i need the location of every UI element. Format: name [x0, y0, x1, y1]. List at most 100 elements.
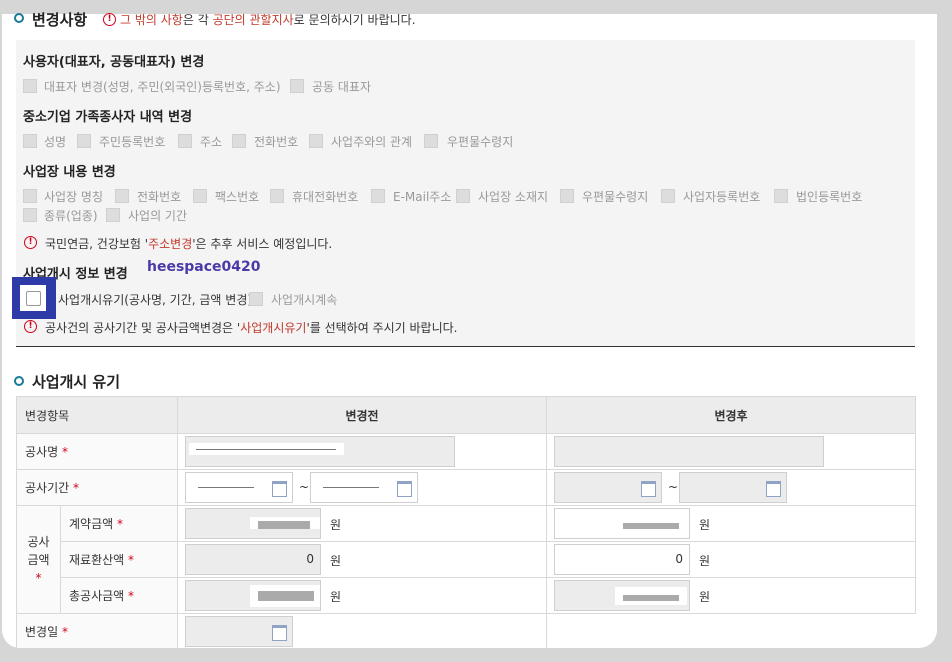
cell-before	[177, 613, 548, 648]
checkbox-workplace-mobile[interactable]	[270, 189, 284, 203]
cell-after: ~	[546, 469, 917, 506]
period-start-after-input[interactable]	[554, 472, 663, 503]
row-label-project-period: 공사기간 *	[15, 469, 179, 506]
checkbox-label: 우편물수령지	[582, 190, 649, 204]
calendar-icon[interactable]	[272, 481, 288, 497]
checkbox-workplace-location[interactable]	[456, 189, 470, 203]
checkbox-label: 사업장 소재지	[478, 190, 549, 204]
header-item: 변경항목	[15, 396, 179, 434]
checkbox-label: 종류(업종)	[44, 209, 98, 223]
cell-after	[546, 433, 917, 470]
cell-before: ~	[177, 469, 548, 506]
won-unit: 원	[330, 518, 342, 532]
period-end-before-input[interactable]	[310, 472, 419, 503]
contract-amount-after-input[interactable]	[554, 508, 691, 539]
warning-icon: !	[24, 236, 37, 249]
header-before: 변경전	[177, 396, 548, 434]
material-amount-before-input[interactable]: 0	[185, 544, 322, 575]
won-unit: 원	[699, 518, 711, 532]
address-change-notice: 국민연금, 건강보험 '주소변경'은 추후 서비스 예정입니다.	[45, 237, 333, 251]
calendar-icon[interactable]	[641, 481, 657, 497]
defer-section-title: 사업개시 유기	[32, 373, 121, 391]
cell-before: 0 원	[177, 541, 548, 578]
table-row: 재료환산액 * 0 원 0 원	[17, 541, 917, 578]
row-label-amount-group: 공사금액 *	[16, 505, 61, 614]
representative-group-title: 사용자(대표자, 공동대표자) 변경	[23, 55, 205, 70]
project-name-after-input[interactable]	[554, 436, 825, 467]
section-bullet-icon	[14, 13, 24, 23]
checkbox-workplace-phone[interactable]	[115, 189, 129, 203]
cell-after: 0 원	[546, 541, 917, 578]
won-unit: 원	[699, 554, 711, 568]
cell-before	[177, 433, 548, 470]
checkbox-family-phone[interactable]	[232, 134, 246, 148]
row-label-project-name: 공사명 *	[15, 433, 179, 470]
family-group-title: 중소기업 가족종사자 내역 변경	[23, 110, 193, 125]
calendar-icon[interactable]	[766, 481, 782, 497]
checkbox-workplace-email[interactable]	[371, 189, 385, 203]
checkbox-label: 공동 대표자	[312, 80, 372, 94]
checkbox-workplace-corpno[interactable]	[774, 189, 788, 203]
checkbox-label: 팩스번호	[215, 190, 260, 204]
defer-table: 변경항목 변경전 변경후 공사명 * 공사기간 * ~ ~ 공사금액 * 계약금…	[15, 396, 917, 648]
period-end-after-input[interactable]	[679, 472, 788, 503]
change-notice: 그 밖의 사항은 각 공단의 관할지사로 문의하시기 바랍니다.	[120, 13, 416, 27]
won-unit: 원	[699, 590, 711, 604]
cell-before: 원	[177, 505, 548, 542]
project-name-before-input[interactable]	[185, 436, 456, 467]
table-row: 공사금액 * 계약금액 * 원 원	[16, 505, 917, 614]
row-label-total-amount: 총공사금액 *	[59, 577, 179, 614]
checkbox-family-address[interactable]	[178, 134, 192, 148]
table-row: 공사명 *	[15, 433, 917, 470]
checkbox-label: 주소	[200, 135, 223, 149]
table-header-row: 변경항목 변경전 변경후	[15, 396, 917, 434]
checkbox-workplace-mail[interactable]	[560, 189, 574, 203]
checkbox-start-continued[interactable]	[249, 292, 263, 306]
checkbox-label: 전화번호	[254, 135, 299, 149]
checkbox-family-mail-address[interactable]	[424, 134, 438, 148]
tilde: ~	[668, 480, 679, 494]
tilde: ~	[299, 480, 310, 494]
row-label-contract-amount: 계약금액 *	[59, 505, 179, 542]
table-row: 공사기간 * ~ ~	[15, 469, 917, 506]
checkbox-label: 성명	[44, 135, 67, 149]
checkbox-label: 주민등록번호	[99, 135, 166, 149]
checkbox-family-name[interactable]	[23, 134, 37, 148]
total-amount-after-input[interactable]	[554, 580, 691, 611]
calendar-icon[interactable]	[272, 625, 288, 641]
section-divider	[16, 346, 915, 347]
contract-amount-before-input[interactable]	[185, 508, 322, 539]
warning-icon: !	[103, 13, 116, 26]
checkbox-label: 휴대전화번호	[292, 190, 359, 204]
checkbox-representative-change[interactable]	[23, 79, 37, 93]
checkbox-family-rrn[interactable]	[77, 134, 91, 148]
highlight-box	[12, 277, 56, 319]
checkbox-workplace-fax[interactable]	[193, 189, 207, 203]
checkbox-label: 우편물수령지	[447, 135, 514, 149]
checkbox-start-deferred[interactable]	[26, 291, 41, 306]
checkbox-label: 사업자등록번호	[683, 190, 761, 204]
change-section-title: 변경사항	[32, 11, 88, 29]
cell-after: 원	[546, 577, 917, 614]
checkbox-workplace-name[interactable]	[23, 189, 37, 203]
table-row: 변경일 *	[15, 613, 917, 648]
won-unit: 원	[330, 554, 342, 568]
change-date-input[interactable]	[185, 616, 294, 647]
cell-after: 원	[546, 505, 917, 542]
calendar-icon[interactable]	[397, 481, 413, 497]
watermark-text: heespace0420	[147, 259, 261, 275]
section-bullet-icon	[14, 376, 24, 386]
checkbox-workplace-bizno[interactable]	[661, 189, 675, 203]
checkbox-label: 사업개시계속	[271, 293, 338, 307]
row-label-material-amount: 재료환산액 *	[59, 541, 179, 578]
checkbox-label: 법인등록번호	[796, 190, 863, 204]
period-start-before-input[interactable]	[185, 472, 294, 503]
checkbox-workplace-period[interactable]	[106, 208, 120, 222]
material-amount-after-input[interactable]: 0	[554, 544, 691, 575]
checkbox-co-representative[interactable]	[290, 79, 304, 93]
total-amount-before-input[interactable]	[185, 580, 322, 611]
cell-after	[546, 613, 917, 648]
checkbox-label: 사업주와의 관계	[331, 135, 413, 149]
checkbox-family-relation[interactable]	[309, 134, 323, 148]
checkbox-workplace-type[interactable]	[23, 208, 37, 222]
